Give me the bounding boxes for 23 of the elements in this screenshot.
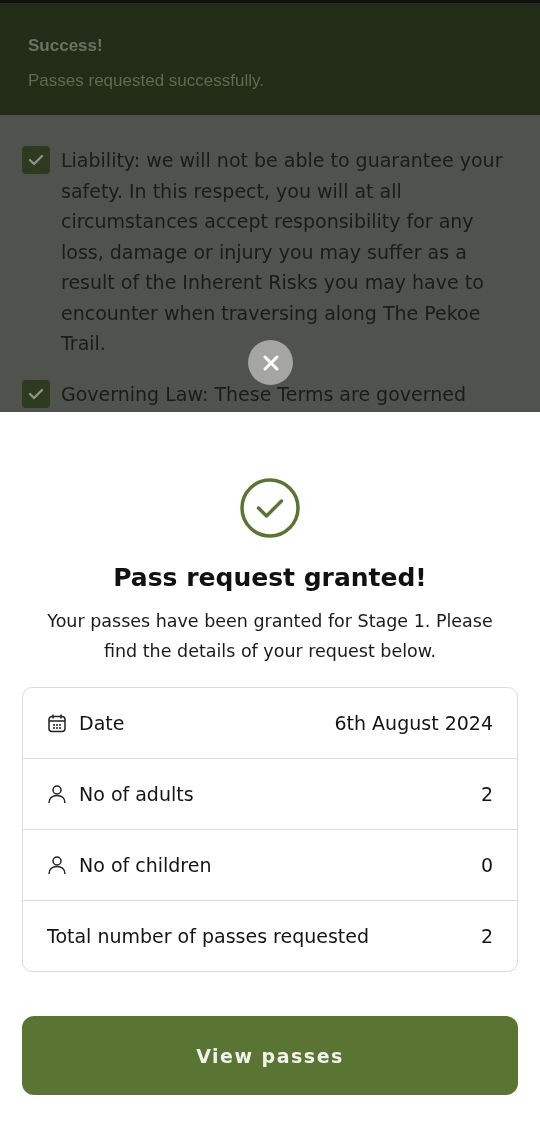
sheet-message: Your passes have been granted for Stage 1. Please find the details of your request below. (46, 610, 494, 663)
close-button[interactable] (248, 340, 293, 385)
close-icon (261, 353, 280, 372)
detail-value: 0 (480, 854, 493, 876)
detail-label: Total number of passes requested (47, 925, 370, 947)
checkbox[interactable] (22, 379, 50, 408)
toast-message: Passes requested successfully. (28, 71, 265, 91)
calendar-icon (47, 713, 67, 733)
detail-label: No of children (79, 854, 212, 876)
detail-label: Date (79, 712, 125, 734)
detail-value: 2 (480, 925, 493, 947)
detail-value: 2 (480, 783, 493, 805)
view-passes-button[interactable]: View passes (22, 1016, 518, 1095)
person-icon (47, 855, 67, 875)
checkbox[interactable] (22, 146, 50, 174)
check-icon (28, 387, 44, 400)
person-icon (47, 784, 67, 804)
check-icon (28, 154, 44, 166)
toast-title: Success! (28, 36, 104, 56)
sheet-title: Pass request granted! (113, 563, 427, 592)
detail-value: 6th August 2024 (334, 712, 493, 734)
detail-label: No of adults (79, 783, 194, 805)
check-circle-icon (239, 477, 301, 539)
